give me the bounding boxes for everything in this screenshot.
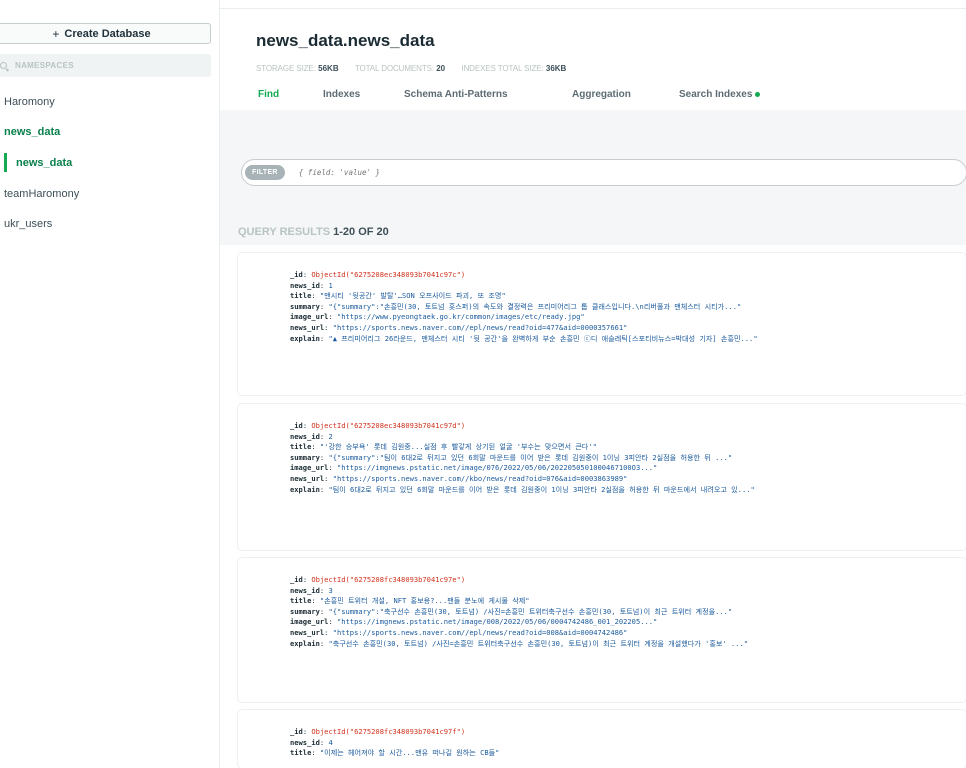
- field-value-news-id: 1: [328, 280, 333, 290]
- field-value-id: ObjectId("6275208fc348093b7041c97e"): [311, 575, 466, 584]
- status-dot-icon: [755, 91, 761, 97]
- document-fields: _id: ObjectId("6275208ec348093b7041c97c"…: [238, 253, 966, 344]
- field-value-news-url: "https://sports.news.naver.com//epl/news…: [332, 627, 628, 637]
- field-row-id: _id: ObjectId("6275208ec348093b7041c97d"…: [290, 421, 466, 430]
- query-results-range: 1-20 OF 20: [333, 226, 389, 238]
- sidebar-item-ukr-users[interactable]: ukr_users: [4, 218, 52, 230]
- field-row-id: _id: ObjectId("6275208fc348093b7041c97f"…: [290, 727, 466, 736]
- sidebar-item-teamharomony[interactable]: teamHaromony: [4, 188, 79, 200]
- query-results-label: QUERY RESULTS 1-20 OF 20: [238, 226, 389, 238]
- field-row-explain: explain: "축구선수 손흥민(30, 토트넘) /사진=손흥민 트위터축…: [290, 638, 748, 648]
- field-value-news-id: 3: [328, 585, 333, 595]
- field-row-news-url: news_url: "https://sports.news.naver.com…: [290, 627, 628, 637]
- namespace-search-placeholder: NAMESPACES: [15, 61, 74, 70]
- namespace-search[interactable]: NAMESPACES: [0, 54, 211, 77]
- field-value-news-id: 4: [328, 737, 333, 747]
- field-row-image-url: image_url: "https://www.pyeongtaek.go.kr…: [290, 312, 585, 322]
- query-results-prefix: QUERY RESULTS: [238, 226, 331, 238]
- indexes-size-value: 36KB: [545, 64, 567, 73]
- create-database-label: Create Database: [64, 27, 151, 40]
- document-card[interactable]: _id: ObjectId("6275208ec348093b7041c97d"…: [238, 404, 966, 550]
- indexes-size-label: INDEXES TOTAL SIZE:: [461, 64, 544, 73]
- field-row-summary: summary: "{"summary":"손흥민(30, 토트넘 홋스퍼)의 …: [290, 301, 742, 311]
- field-value-title: "맨시티 '뒷공간' 발탈'…SON 오프사이드 파괴, 또 조명": [319, 291, 506, 301]
- field-value-news-id: 2: [328, 431, 333, 441]
- field-row-news-url: news_url: "https://sports.news.naver.com…: [290, 322, 628, 332]
- sidebar-item-news-data-db[interactable]: news_data: [4, 126, 60, 138]
- field-value-title: "손흥민 트위터 개설, NFT 홍보용?...팬들 분노에 게시물 삭제": [319, 596, 530, 606]
- document-card[interactable]: _id: ObjectId("6275208fc348093b7041c97f"…: [238, 710, 966, 768]
- field-value-id: ObjectId("6275208fc348093b7041c97f"): [311, 727, 466, 736]
- field-value-news-url: "https://sports.news.naver.com//epl/news…: [332, 322, 628, 332]
- field-value-news-url: "https://sports.news.naver.com//kbo/news…: [332, 473, 628, 483]
- create-database-button[interactable]: + Create Database: [0, 23, 211, 44]
- filter-input[interactable]: [298, 168, 699, 177]
- sidebar: + Create Database NAMESPACES Haromony ne…: [0, 0, 220, 768]
- field-row-id: _id: ObjectId("6275208fc348093b7041c97e"…: [290, 575, 466, 584]
- field-row-image-url: image_url: "https://imgnews.pstatic.net/…: [290, 617, 658, 627]
- sidebar-item-label: news_data: [16, 156, 73, 169]
- tab-indexes[interactable]: Indexes: [323, 89, 360, 100]
- field-row-news-url: news_url: "https://sports.news.naver.com…: [290, 473, 628, 483]
- field-value-summary: "{"summary":"팀이 6대2로 뒤지고 있던 6회말 마운드를 이어 …: [328, 452, 733, 462]
- field-value-explain: "축구선수 손흥민(30, 토트넘) /사진=손흥민 트위터축구선수 손흥민(3…: [328, 638, 748, 648]
- field-value-image-url: "https://www.pyeongtaek.go.kr/common/ima…: [336, 312, 585, 322]
- search-icon: [0, 62, 7, 69]
- sidebar-item-news-data-collection[interactable]: news_data: [4, 151, 72, 174]
- field-value-title: "이제는 헤어져야 할 시간...맨유 떠나길 원하는 CB들": [319, 748, 500, 758]
- field-value-explain: "팀이 6대2로 뒤지고 있던 6회말 마운드를 이어 받은 롯데 김원중이 1…: [328, 484, 755, 494]
- document-fields: _id: ObjectId("6275208fc348093b7041c97f"…: [238, 710, 966, 759]
- tab-schema-anti-patterns[interactable]: Schema Anti-Patterns: [404, 89, 508, 100]
- tab-aggregation[interactable]: Aggregation: [572, 89, 631, 100]
- field-row-title: title: "맨시티 '뒷공간' 발탈'…SON 오프사이드 파괴, 또 조명…: [290, 291, 506, 301]
- field-value-summary: "{"summary":"손흥민(30, 토트넘 홋스퍼)의 속도와 결정력은 …: [328, 301, 742, 311]
- field-value-id: ObjectId("6275208ec348093b7041c97d"): [311, 421, 466, 430]
- document-card[interactable]: _id: ObjectId("6275208ec348093b7041c97c"…: [238, 253, 966, 395]
- field-row-news-id: news_id: 2: [290, 431, 333, 441]
- document-fields: _id: ObjectId("6275208ec348093b7041c97d"…: [238, 404, 966, 495]
- total-documents-value: 20: [436, 64, 446, 73]
- storage-size-label: STORAGE SIZE:: [256, 64, 316, 73]
- collection-title: news_data.news_data: [256, 31, 435, 50]
- field-row-news-id: news_id: 1: [290, 280, 333, 290]
- field-value-title: "'강한 승부욕' 롯데 김원중...실점 후 빨갛게 상기된 얼굴 '부수는 …: [319, 442, 597, 452]
- field-row-news-id: news_id: 3: [290, 585, 333, 595]
- document-card[interactable]: _id: ObjectId("6275208fc348093b7041c97e"…: [238, 558, 966, 702]
- field-row-title: title: "이제는 헤어져야 할 시간...맨유 떠나길 원하는 CB들": [290, 748, 500, 758]
- filter-bar[interactable]: FILTER: [241, 159, 966, 186]
- top-divider: [220, 8, 966, 9]
- tab-search-indexes[interactable]: Search Indexes: [679, 89, 761, 100]
- field-row-title: title: "'강한 승부욕' 롯데 김원중...실점 후 빨갛게 상기된 얼…: [290, 442, 597, 452]
- field-row-explain: explain: "▲ 프리미어리그 26라운드, 맨체스터 시티 '뒷 공간'…: [290, 333, 758, 343]
- active-indicator: [4, 153, 7, 172]
- collection-stats: STORAGE SIZE: 56KB TOTAL DOCUMENTS: 20 I…: [256, 64, 580, 73]
- document-fields: _id: ObjectId("6275208fc348093b7041c97e"…: [238, 558, 966, 649]
- storage-size-value: 56KB: [318, 64, 339, 73]
- field-row-explain: explain: "팀이 6대2로 뒤지고 있던 6회말 마운드를 이어 받은 …: [290, 484, 755, 494]
- total-documents-label: TOTAL DOCUMENTS:: [354, 64, 434, 73]
- field-row-image-url: image_url: "https://imgnews.pstatic.net/…: [290, 463, 658, 473]
- field-value-id: ObjectId("6275208ec348093b7041c97c"): [311, 270, 466, 279]
- field-row-title: title: "손흥민 트위터 개설, NFT 홍보용?...팬들 분노에 게시…: [290, 596, 530, 606]
- tab-find[interactable]: Find: [258, 89, 279, 100]
- tab-search-indexes-label: Search Indexes: [679, 89, 753, 100]
- field-row-summary: summary: "{"summary":"축구선수 손흥민(30, 토트넘) …: [290, 606, 733, 616]
- field-value-summary: "{"summary":"축구선수 손흥민(30, 토트넘) /사진=손흥민 트…: [328, 606, 733, 616]
- field-value-explain: "▲ 프리미어리그 26라운드, 맨체스터 시티 '뒷 공간'을 완벽하게 부순…: [328, 333, 758, 343]
- field-row-summary: summary: "{"summary":"팀이 6대2로 뒤지고 있던 6회말…: [290, 452, 733, 462]
- field-row-id: _id: ObjectId("6275208ec348093b7041c97c"…: [290, 270, 466, 279]
- field-row-news-id: news_id: 4: [290, 737, 333, 747]
- sidebar-item-haromony[interactable]: Haromony: [4, 96, 55, 108]
- field-value-image-url: "https://imgnews.pstatic.net/image/008/2…: [336, 617, 658, 627]
- field-value-image-url: "https://imgnews.pstatic.net/image/076/2…: [336, 463, 658, 473]
- plus-icon: +: [52, 26, 60, 41]
- filter-label-badge: FILTER: [245, 165, 285, 180]
